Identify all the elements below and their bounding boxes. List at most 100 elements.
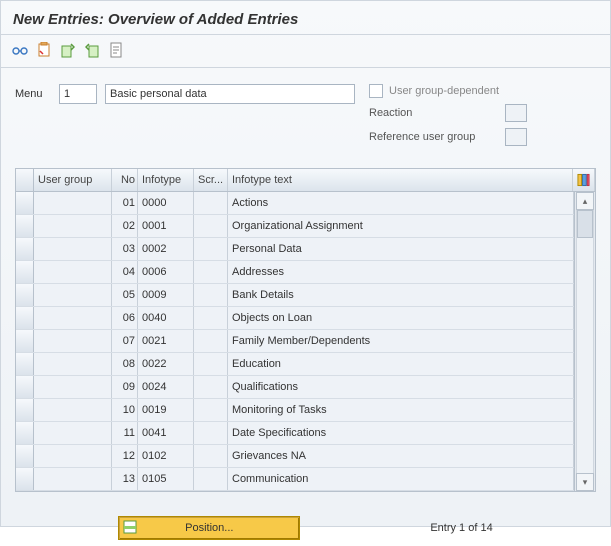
- cell-infotype[interactable]: 0040: [138, 307, 194, 329]
- table-row[interactable]: 060040 Objects on Loan: [16, 307, 574, 330]
- cell-infotype-text[interactable]: Family Member/Dependents: [228, 330, 574, 352]
- cell-user-group[interactable]: [34, 468, 112, 490]
- table-row[interactable]: 030002 Personal Data: [16, 238, 574, 261]
- row-selector[interactable]: [16, 376, 34, 398]
- cell-no[interactable]: 04: [112, 261, 138, 283]
- cell-infotype-text[interactable]: Bank Details: [228, 284, 574, 306]
- table-row[interactable]: 040006 Addresses: [16, 261, 574, 284]
- configure-columns-button[interactable]: [573, 169, 595, 191]
- cell-no[interactable]: 06: [112, 307, 138, 329]
- scroll-down-button[interactable]: ▾: [576, 473, 594, 491]
- cell-infotype[interactable]: 0001: [138, 215, 194, 237]
- clipboard-icon[interactable]: [35, 41, 53, 59]
- cell-no[interactable]: 01: [112, 192, 138, 214]
- table-row[interactable]: 080022 Education: [16, 353, 574, 376]
- cell-no[interactable]: 09: [112, 376, 138, 398]
- cell-screen[interactable]: [194, 238, 228, 260]
- cell-screen[interactable]: [194, 284, 228, 306]
- cell-infotype-text[interactable]: Personal Data: [228, 238, 574, 260]
- cell-screen[interactable]: [194, 307, 228, 329]
- row-selector[interactable]: [16, 445, 34, 467]
- col-infotype[interactable]: Infotype: [138, 169, 194, 191]
- col-infotype-text[interactable]: Infotype text: [228, 169, 573, 191]
- row-selector[interactable]: [16, 215, 34, 237]
- glasses-icon[interactable]: [11, 41, 29, 59]
- cell-no[interactable]: 10: [112, 399, 138, 421]
- row-selector[interactable]: [16, 399, 34, 421]
- cell-infotype-text[interactable]: Qualifications: [228, 376, 574, 398]
- cell-screen[interactable]: [194, 215, 228, 237]
- cell-infotype-text[interactable]: Grievances NA: [228, 445, 574, 467]
- cell-user-group[interactable]: [34, 376, 112, 398]
- cell-user-group[interactable]: [34, 261, 112, 283]
- cell-infotype[interactable]: 0006: [138, 261, 194, 283]
- cell-screen[interactable]: [194, 261, 228, 283]
- cell-infotype[interactable]: 0105: [138, 468, 194, 490]
- scrollbar[interactable]: ▴ ▾: [574, 192, 595, 491]
- cell-no[interactable]: 08: [112, 353, 138, 375]
- cell-user-group[interactable]: [34, 307, 112, 329]
- table-row[interactable]: 100019 Monitoring of Tasks: [16, 399, 574, 422]
- cell-infotype[interactable]: 0022: [138, 353, 194, 375]
- row-selector[interactable]: [16, 422, 34, 444]
- cell-infotype[interactable]: 0009: [138, 284, 194, 306]
- cell-user-group[interactable]: [34, 330, 112, 352]
- table-row[interactable]: 020001Organizational Assignment: [16, 215, 574, 238]
- user-group-dependent-checkbox[interactable]: [369, 84, 383, 98]
- table-row[interactable]: 050009Bank Details: [16, 284, 574, 307]
- cell-infotype[interactable]: 0002: [138, 238, 194, 260]
- cell-infotype[interactable]: 0102: [138, 445, 194, 467]
- table-row[interactable]: 090024 Qualifications: [16, 376, 574, 399]
- row-selector[interactable]: [16, 330, 34, 352]
- row-selector[interactable]: [16, 307, 34, 329]
- cell-user-group[interactable]: [34, 399, 112, 421]
- row-selector[interactable]: [16, 192, 34, 214]
- row-selector-header[interactable]: [16, 169, 34, 191]
- sheet-icon[interactable]: [107, 41, 125, 59]
- cell-user-group[interactable]: [34, 422, 112, 444]
- col-user-group[interactable]: User group: [34, 169, 112, 191]
- cell-user-group[interactable]: [34, 445, 112, 467]
- row-selector[interactable]: [16, 468, 34, 490]
- cell-infotype-text[interactable]: Communication: [228, 468, 574, 490]
- row-selector[interactable]: [16, 284, 34, 306]
- cell-no[interactable]: 11: [112, 422, 138, 444]
- cell-no[interactable]: 12: [112, 445, 138, 467]
- reference-user-group-input[interactable]: [505, 128, 527, 146]
- cell-screen[interactable]: [194, 376, 228, 398]
- cell-infotype-text[interactable]: Addresses: [228, 261, 574, 283]
- cell-infotype[interactable]: 0021: [138, 330, 194, 352]
- reaction-input[interactable]: [505, 104, 527, 122]
- cell-infotype-text[interactable]: Organizational Assignment: [228, 215, 574, 237]
- cell-user-group[interactable]: [34, 238, 112, 260]
- cell-no[interactable]: 07: [112, 330, 138, 352]
- row-selector[interactable]: [16, 261, 34, 283]
- cell-infotype-text[interactable]: Monitoring of Tasks: [228, 399, 574, 421]
- cell-screen[interactable]: [194, 192, 228, 214]
- import-icon[interactable]: [59, 41, 77, 59]
- position-button[interactable]: Position...: [118, 516, 300, 540]
- cell-user-group[interactable]: [34, 215, 112, 237]
- cell-infotype[interactable]: 0019: [138, 399, 194, 421]
- menu-text-input[interactable]: [105, 84, 355, 104]
- table-row[interactable]: 070021 Family Member/Dependents: [16, 330, 574, 353]
- scroll-thumb[interactable]: [577, 210, 593, 238]
- row-selector[interactable]: [16, 238, 34, 260]
- table-row[interactable]: 120102 Grievances NA: [16, 445, 574, 468]
- table-row[interactable]: 130105 Communication: [16, 468, 574, 491]
- col-no[interactable]: No: [112, 169, 138, 191]
- table-row[interactable]: 010000Actions: [16, 192, 574, 215]
- cell-infotype-text[interactable]: Education: [228, 353, 574, 375]
- cell-screen[interactable]: [194, 330, 228, 352]
- scroll-track[interactable]: [576, 210, 594, 473]
- cell-no[interactable]: 03: [112, 238, 138, 260]
- scroll-up-button[interactable]: ▴: [576, 192, 594, 210]
- cell-infotype[interactable]: 0024: [138, 376, 194, 398]
- cell-infotype-text[interactable]: Objects on Loan: [228, 307, 574, 329]
- cell-no[interactable]: 13: [112, 468, 138, 490]
- menu-number-input[interactable]: [59, 84, 97, 104]
- cell-infotype[interactable]: 0041: [138, 422, 194, 444]
- cell-user-group[interactable]: [34, 284, 112, 306]
- col-screen[interactable]: Scr...: [194, 169, 228, 191]
- table-row[interactable]: 110041Date Specifications: [16, 422, 574, 445]
